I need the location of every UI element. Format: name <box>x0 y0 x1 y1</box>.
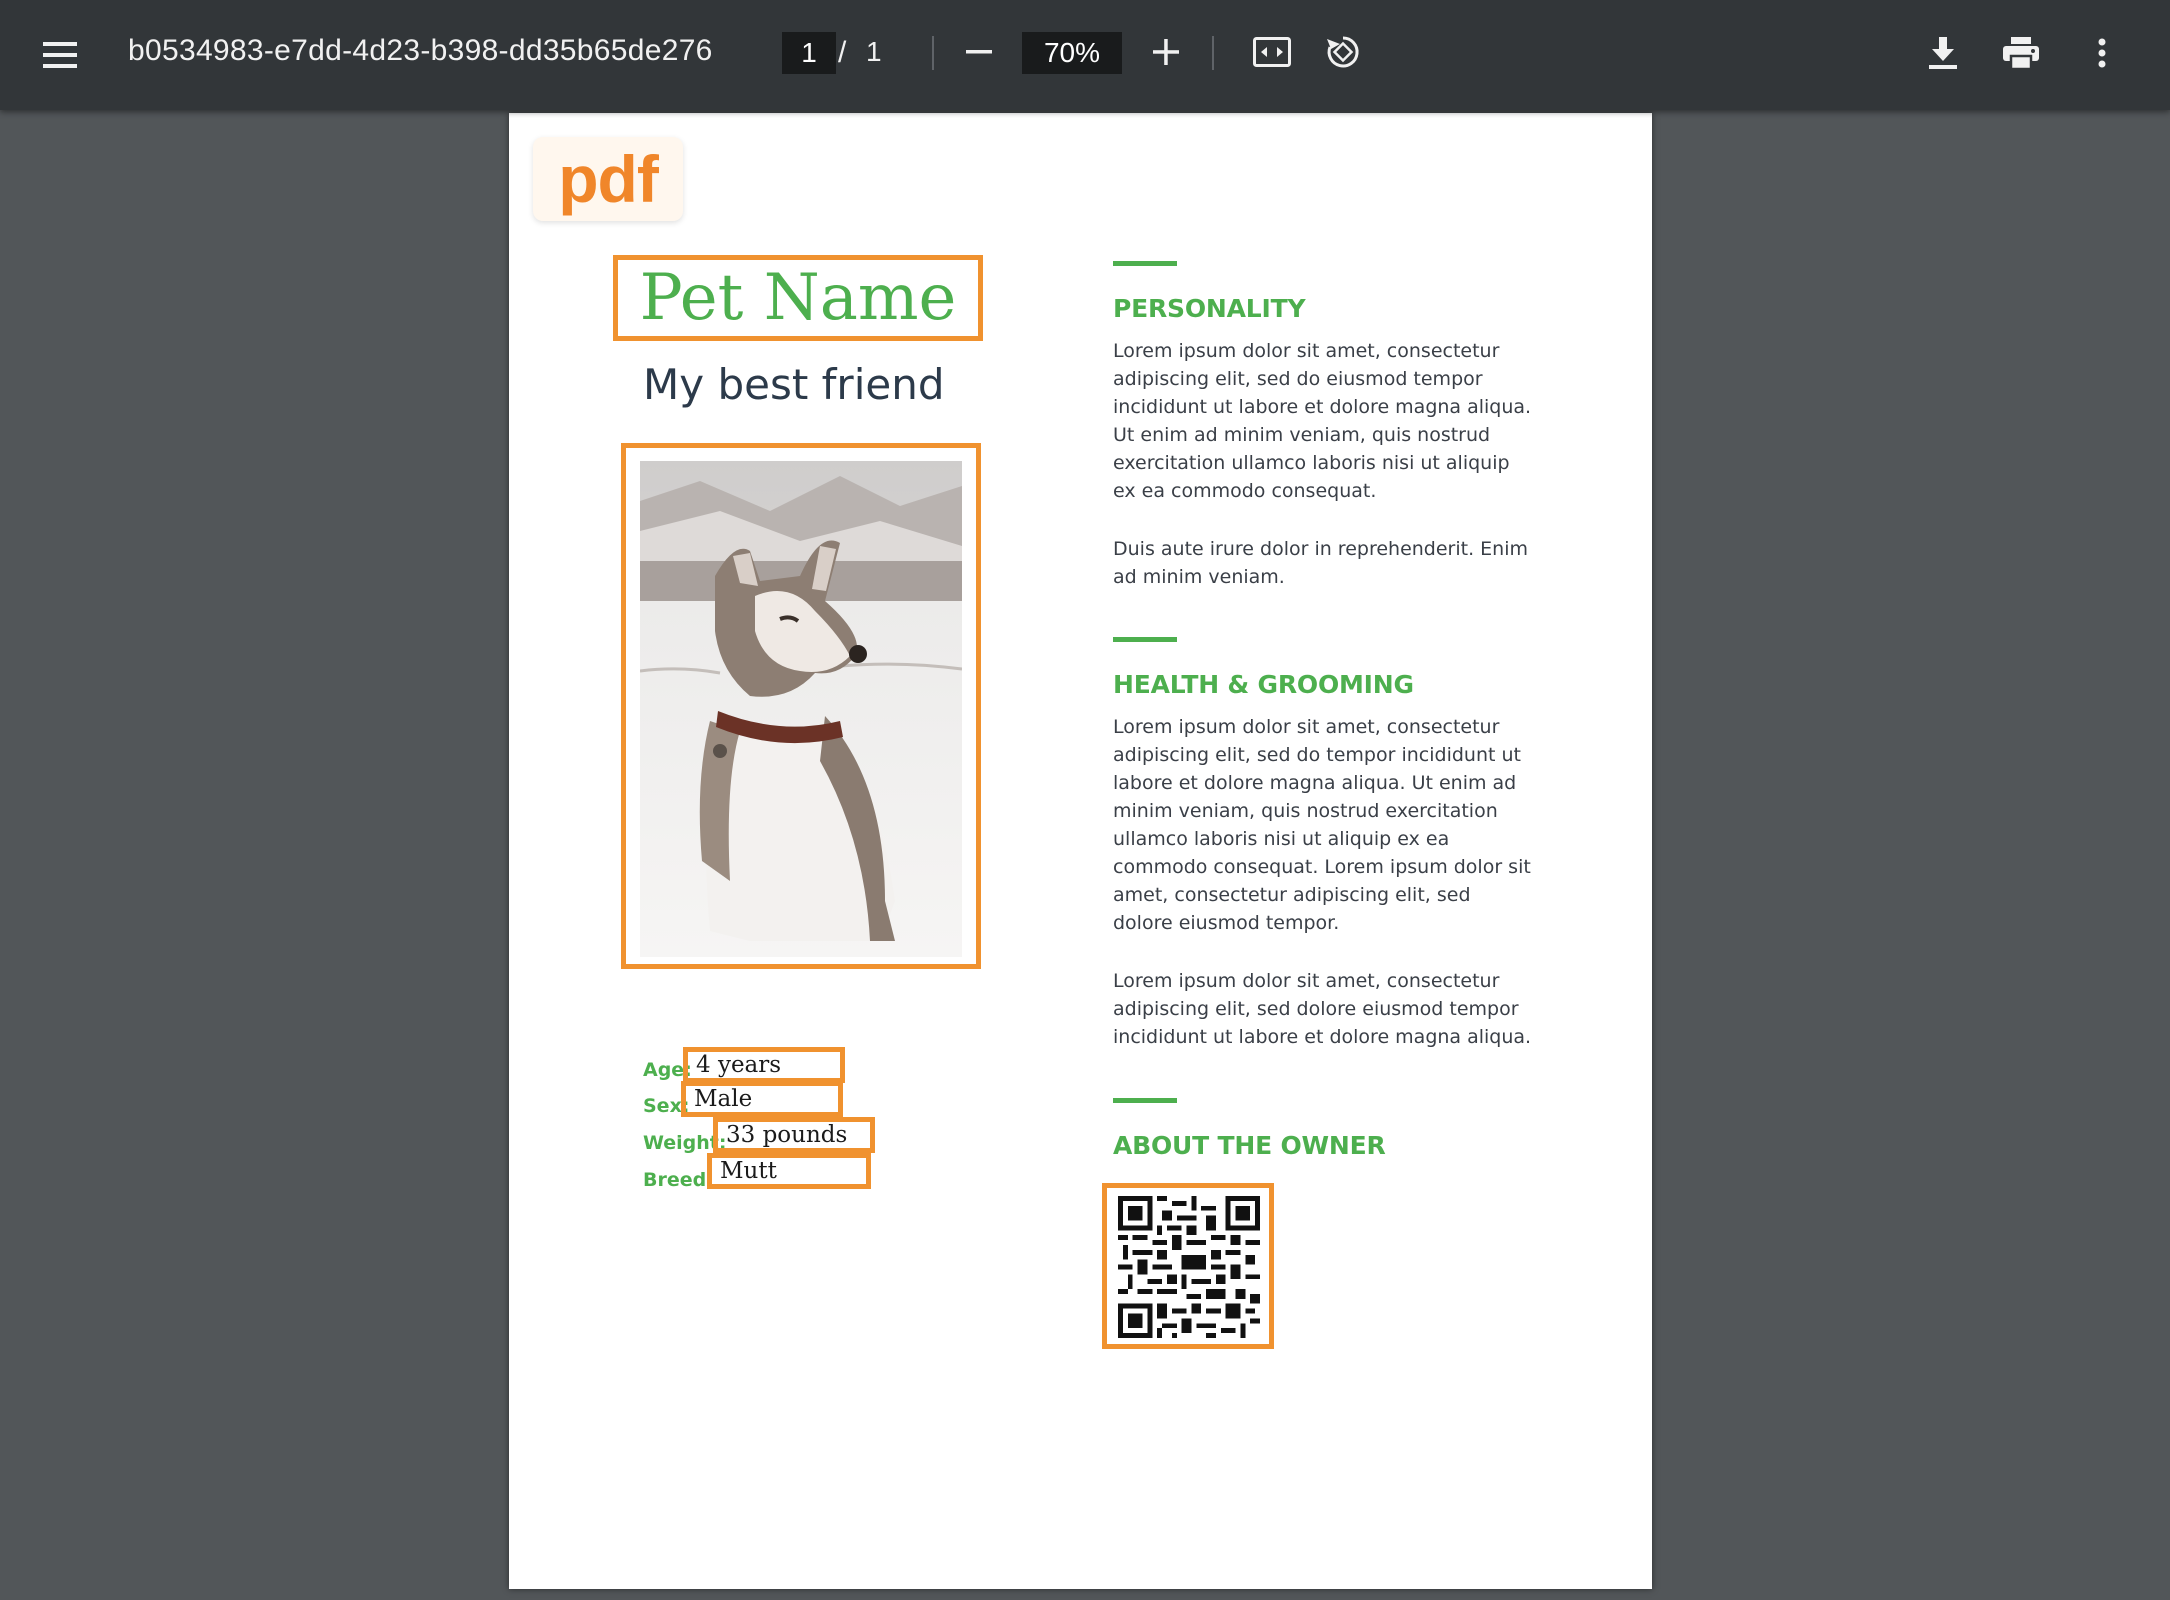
page-separator: / <box>838 36 847 69</box>
more-vertical-icon <box>2098 38 2106 68</box>
printer-icon <box>2003 37 2039 69</box>
section-divider <box>1113 261 1177 266</box>
section-paragraph: Lorem ipsum dolor sit amet, consectetur … <box>1113 340 1532 502</box>
pdf-logo: pdf <box>533 137 683 221</box>
fit-to-page-button[interactable] <box>1250 30 1294 74</box>
section-paragraph: Duis aute irure dolor in reprehenderit. … <box>1113 538 1529 588</box>
zoom-in-button[interactable] <box>1145 30 1187 74</box>
section-divider <box>1113 637 1177 642</box>
owner-qr-field[interactable] <box>1102 1183 1274 1349</box>
qr-code <box>1118 1196 1260 1338</box>
more-options-button[interactable] <box>2082 30 2122 76</box>
minus-icon <box>966 50 992 54</box>
download-button[interactable] <box>1920 30 1966 76</box>
pdf-toolbar: b0534983-e7dd-4d23-b398-dd35b65de276 / 1 <box>0 0 2170 110</box>
rotate-icon <box>1327 36 1359 68</box>
about-owner-section: ABOUT THE OWNER <box>1113 1098 1533 1160</box>
print-button[interactable] <box>1998 30 2044 76</box>
subtitle: My best friend <box>643 360 945 409</box>
document-title: b0534983-e7dd-4d23-b398-dd35b65de276 <box>128 34 713 67</box>
section-title: PERSONALITY <box>1113 294 1306 323</box>
pet-photo <box>640 461 962 957</box>
sex-field[interactable]: Male <box>681 1081 843 1117</box>
personality-section: PERSONALITY Lorem ipsum dolor sit amet, … <box>1113 261 1533 591</box>
rotate-button[interactable] <box>1320 28 1366 76</box>
section-paragraph: Lorem ipsum dolor sit amet, consectetur … <box>1113 970 1532 1048</box>
breed-field[interactable]: Mutt <box>707 1153 871 1189</box>
section-title: HEALTH & GROOMING <box>1113 670 1414 699</box>
section-title: ABOUT THE OWNER <box>1113 1131 1386 1160</box>
page-number-input[interactable] <box>782 32 836 74</box>
pet-name: Pet Name <box>639 261 957 335</box>
age-field[interactable]: 4 years <box>683 1047 845 1083</box>
fit-to-page-icon <box>1253 37 1291 67</box>
pet-photo-field[interactable] <box>621 443 981 969</box>
toolbar-divider <box>932 36 934 70</box>
download-icon <box>1929 37 1957 69</box>
weight-field[interactable]: 33 pounds <box>713 1117 875 1153</box>
breed-row: Breed: <box>643 1169 714 1191</box>
page-total: 1 <box>866 36 882 67</box>
menu-icon[interactable] <box>36 33 84 77</box>
breed-label: Breed: <box>643 1169 714 1191</box>
section-divider <box>1113 1098 1177 1103</box>
pet-name-field[interactable]: Pet Name <box>613 255 983 341</box>
plus-icon <box>1153 39 1179 65</box>
section-paragraph: Lorem ipsum dolor sit amet, consectetur … <box>1113 716 1531 934</box>
toolbar-divider <box>1212 36 1214 70</box>
zoom-level-input[interactable] <box>1022 32 1122 74</box>
health-grooming-section: HEALTH & GROOMING Lorem ipsum dolor sit … <box>1113 637 1533 1051</box>
zoom-out-button[interactable] <box>958 30 1000 74</box>
pdf-page: pdf Pet Name My best friend Age: 4 years… <box>509 113 1652 1589</box>
